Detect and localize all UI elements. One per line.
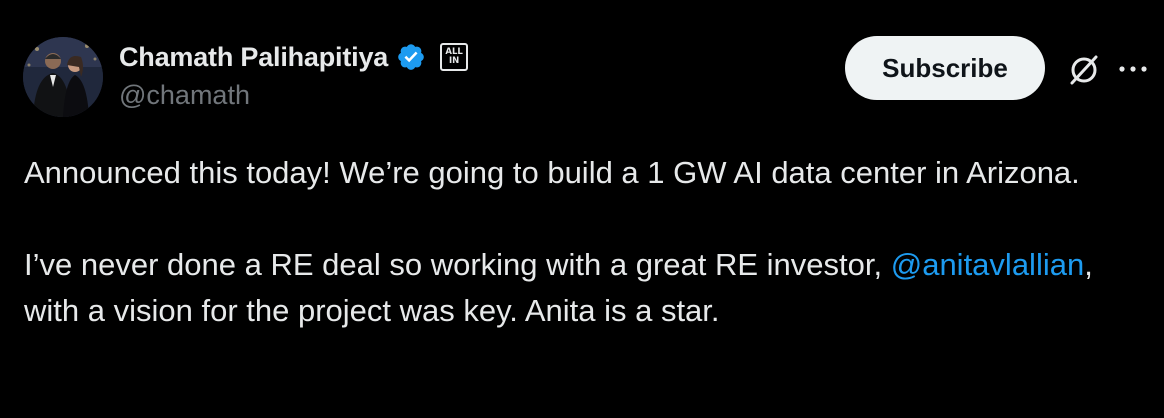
tweet-paragraph-1: Announced this today! We’re going to bui… <box>24 155 1080 190</box>
mention-link[interactable]: @anitavlallian <box>891 247 1084 282</box>
tweet-text: Announced this today! We’re going to bui… <box>24 150 1134 334</box>
author-name-row: Chamath Palihapitiya ALL IN <box>119 40 469 74</box>
grok-icon[interactable] <box>1064 50 1104 90</box>
author-handle[interactable]: @chamath <box>119 80 250 111</box>
more-options-icon[interactable] <box>1113 57 1153 81</box>
author-display-name[interactable]: Chamath Palihapitiya <box>119 42 388 73</box>
affiliate-badge[interactable]: ALL IN <box>440 43 469 71</box>
avatar-photo <box>23 37 103 117</box>
tweet-paragraph-2-start: I’ve never done a RE deal so working wit… <box>24 247 891 282</box>
verified-badge-icon[interactable] <box>396 42 426 72</box>
tweet-paragraph-2: I’ve never done a RE deal so working wit… <box>24 242 1134 334</box>
affiliate-badge-line2: IN <box>448 56 460 66</box>
subscribe-button[interactable]: Subscribe <box>845 36 1045 100</box>
avatar[interactable] <box>23 37 103 117</box>
